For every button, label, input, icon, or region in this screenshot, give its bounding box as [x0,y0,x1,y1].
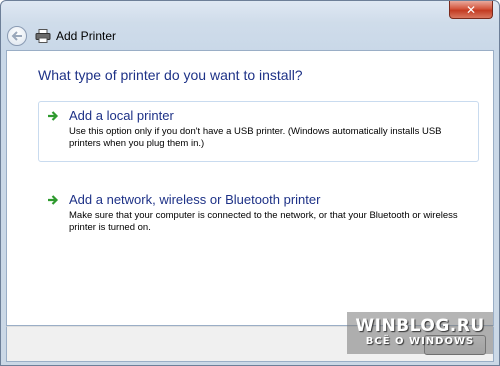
add-printer-window: ✕ Add Printer What type of printer do yo… [0,0,500,366]
page-question: What type of printer do you want to inst… [38,67,303,83]
option-title: Add a network, wireless or Bluetooth pri… [69,192,321,207]
watermark-subtitle: ВСЁ О WINDOWS [365,336,475,347]
printer-icon [35,29,51,43]
close-icon: ✕ [465,2,477,17]
green-arrow-icon [48,110,59,121]
option-title: Add a local printer [69,108,174,123]
watermark: WINBLOG.RU ВСЁ О WINDOWS [347,312,493,354]
option-description: Use this option only if you don't have a… [69,126,442,149]
wizard-header: Add Printer [7,23,493,49]
option-add-network-printer[interactable]: Add a network, wireless or Bluetooth pri… [38,185,479,235]
green-arrow-icon [48,194,59,205]
wizard-title: Add Printer [56,29,117,43]
wizard-content: What type of printer do you want to inst… [6,50,494,326]
close-button[interactable]: ✕ [449,1,493,19]
option-add-local-printer[interactable]: Add a local printer Use this option only… [38,101,479,162]
watermark-title: WINBLOG.RU [355,316,485,336]
back-button[interactable] [7,26,27,46]
option-description: Make sure that your computer is connecte… [69,210,458,233]
back-arrow-icon [11,31,22,41]
